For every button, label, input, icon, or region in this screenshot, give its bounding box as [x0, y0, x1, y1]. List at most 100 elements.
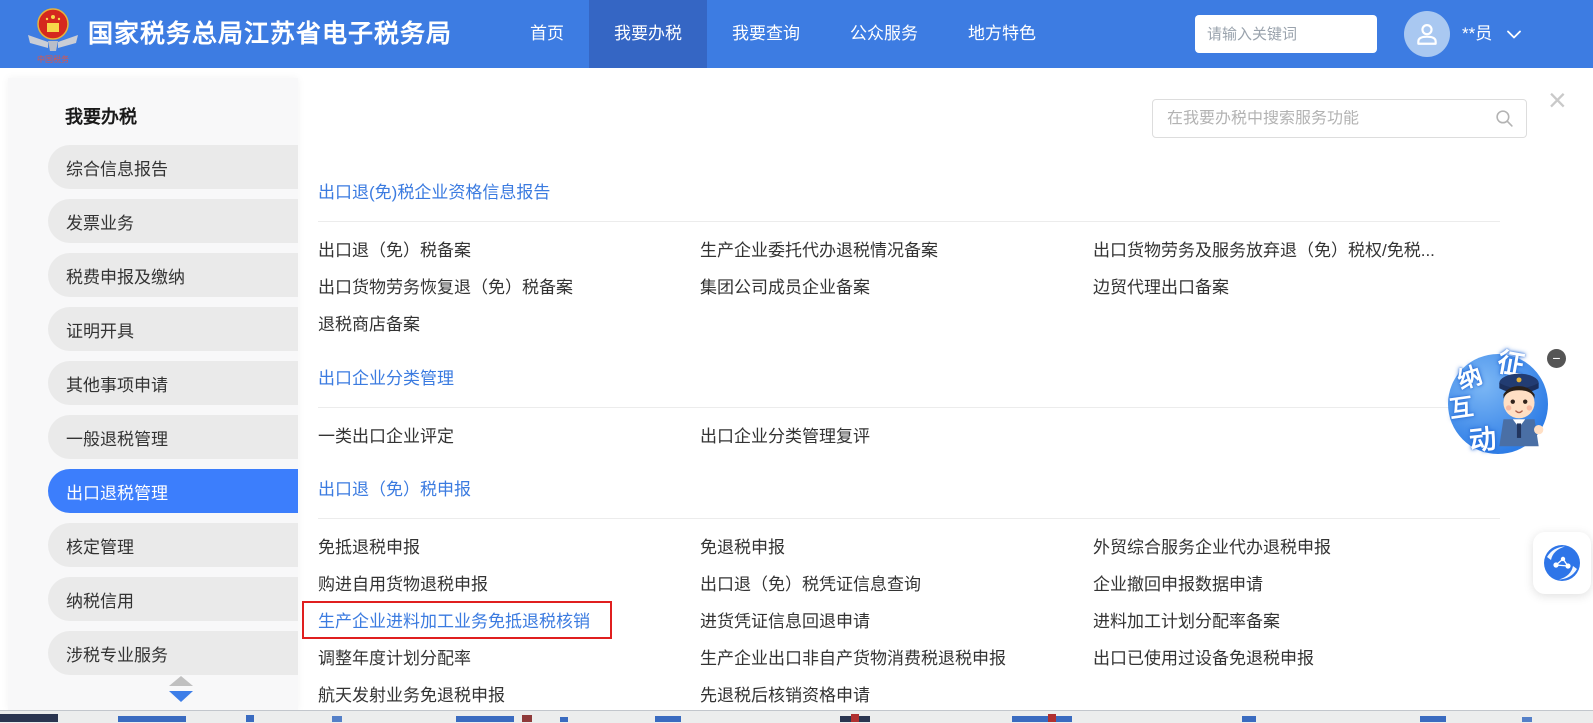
menu-item[interactable]: 生产企业出口非自产货物消费税退税申报: [700, 638, 1093, 675]
menu-item-label: 出口退（免）税凭证信息查询: [700, 570, 921, 595]
menu-item[interactable]: 进货凭证信息回退申请: [700, 601, 1093, 638]
nav-item[interactable]: 公众服务: [825, 0, 943, 68]
sidebar-item[interactable]: 涉税专业服务: [48, 631, 298, 675]
menu-item-label: 免退税申报: [700, 533, 785, 558]
menu-grid: 出口退（免）税备案 出口货物劳务恢复退（免）税备案 退税商店备案 生产企业委托代…: [318, 230, 1500, 341]
nav-item[interactable]: 首页: [505, 0, 589, 68]
menu-item[interactable]: 出口货物劳务恢复退（免）税备案: [318, 267, 700, 304]
menu-item-label: 出口货物劳务及服务放弃退（免）税权/免税...: [1093, 236, 1435, 261]
network-molecule-icon: [1543, 544, 1581, 582]
sidebar-menu: 综合信息报告 发票业务 税费申报及缴纳 证明开具 其他事项申请: [8, 145, 298, 675]
mascot-figure-icon: [1490, 366, 1548, 456]
nav-item-label: 我要办税: [614, 24, 682, 43]
menu-item[interactable]: 免退税申报: [700, 527, 1093, 564]
menu-item[interactable]: 调整年度计划分配率: [318, 638, 700, 675]
menu-item-label: 调整年度计划分配率: [318, 644, 471, 669]
menu-item[interactable]: 企业撤回申报数据申请: [1093, 564, 1500, 601]
menu-column: 一类出口企业评定: [318, 416, 700, 453]
sidebar-item[interactable]: 综合信息报告: [48, 145, 298, 189]
section-heading[interactable]: 出口退（免）税申报: [318, 477, 1500, 503]
menu-item[interactable]: 出口退（免）税备案: [318, 230, 700, 267]
top-nav: 首页 我要办税 我要查询 公众服务 地方特色: [505, 0, 1061, 68]
menu-item-label: 一类出口企业评定: [318, 422, 454, 447]
menu-column: 免抵退税申报 购进自用货物退税申报 生产企业进料加工业务免抵退税核销 调整年度计…: [318, 527, 700, 712]
section-export-qualification: 出口退(免)税企业资格信息报告 出口退（免）税备案 出口货物劳务恢复退（免）税备…: [318, 180, 1500, 341]
sidebar-item[interactable]: 出口退税管理: [48, 469, 298, 513]
close-icon[interactable]: ×: [1548, 84, 1567, 116]
content-search-input[interactable]: [1153, 110, 1495, 128]
nav-item-label: 地方特色: [968, 24, 1036, 43]
sidebar-item[interactable]: 一般退税管理: [48, 415, 298, 459]
section-export-tax-declaration: 出口退（免）税申报 免抵退税申报 购进自用货物退税申报 生产企业进料加工业务免抵…: [318, 477, 1500, 712]
tax-interaction-mascot-widget[interactable]: 征 纳 互 动: [1443, 342, 1555, 462]
menu-item-label: 进货凭证信息回退申请: [700, 607, 870, 632]
nav-item-label: 首页: [530, 24, 564, 43]
nav-item[interactable]: 我要查询: [707, 0, 825, 68]
menu-item[interactable]: 购进自用货物退税申报: [318, 564, 700, 601]
menu-item-label: 生产企业委托代办退税情况备案: [700, 236, 938, 261]
menu-item-label: 集团公司成员企业备案: [700, 273, 870, 298]
sidebar-item[interactable]: 发票业务: [48, 199, 298, 243]
menu-item[interactable]: 进料加工计划分配率备案: [1093, 601, 1500, 638]
sidebar-item-label: 纳税信用: [66, 587, 134, 612]
divider: [318, 518, 1500, 519]
site-title: 国家税务总局江苏省电子税务局: [88, 0, 452, 68]
menu-item-label: 外贸综合服务企业代办退税申报: [1093, 533, 1331, 558]
svg-text:中国税务: 中国税务: [37, 54, 69, 64]
menu-item[interactable]: 生产企业委托代办退税情况备案: [700, 230, 1093, 267]
section-heading[interactable]: 出口退(免)税企业资格信息报告: [318, 180, 1500, 206]
menu-grid: 一类出口企业评定 出口企业分类管理复评: [318, 416, 1500, 453]
menu-item[interactable]: 集团公司成员企业备案: [700, 267, 1093, 304]
tax-bureau-logo-icon: 中国税务: [25, 5, 81, 65]
menu-item[interactable]: 航天发射业务免退税申报: [318, 675, 700, 712]
username-label[interactable]: **员: [1462, 0, 1492, 68]
menu-item-label: 进料加工计划分配率备案: [1093, 607, 1280, 632]
sidebar-item-label: 发票业务: [66, 209, 134, 234]
menu-item[interactable]: 退税商店备案: [318, 304, 700, 341]
sidebar-item-label: 一般退税管理: [66, 425, 168, 450]
menu-item-label: 先退税后核销资格申请: [700, 681, 870, 706]
sidebar-item-label: 其他事项申请: [66, 371, 168, 396]
menu-item-label: 购进自用货物退税申报: [318, 570, 488, 595]
menu-item[interactable]: 出口已使用过设备免退税申报: [1093, 638, 1500, 675]
menu-item-label: 航天发射业务免退税申报: [318, 681, 505, 706]
search-icon[interactable]: [1495, 109, 1514, 128]
nav-item[interactable]: 地方特色: [943, 0, 1061, 68]
menu-item-label: 生产企业出口非自产货物消费税退税申报: [700, 644, 1006, 669]
minimize-icon[interactable]: −: [1547, 349, 1566, 368]
menu-column: 出口退（免）税备案 出口货物劳务恢复退（免）税备案 退税商店备案: [318, 230, 700, 341]
menu-item[interactable]: 一类出口企业评定: [318, 416, 700, 453]
menu-item[interactable]: 先退税后核销资格申请: [700, 675, 1093, 712]
divider: [318, 407, 1500, 408]
header-search-input[interactable]: [1195, 26, 1410, 43]
scroll-up-icon[interactable]: [169, 676, 193, 686]
menu-item[interactable]: 外贸综合服务企业代办退税申报: [1093, 527, 1500, 564]
assistant-float-button[interactable]: [1533, 532, 1591, 594]
nav-item[interactable]: 我要办税: [589, 0, 707, 68]
chevron-down-icon[interactable]: [1507, 30, 1521, 39]
sidebar-item[interactable]: 其他事项申请: [48, 361, 298, 405]
menu-item[interactable]: 免抵退税申报: [318, 527, 700, 564]
sidebar: 我要办税 综合信息报告 发票业务 税费申报及缴纳 证明开具: [8, 78, 298, 710]
sidebar-item[interactable]: 税费申报及缴纳: [48, 253, 298, 297]
sidebar-item-label: 涉税专业服务: [66, 641, 168, 666]
menu-item[interactable]: 出口退（免）税凭证信息查询: [700, 564, 1093, 601]
scroll-down-icon[interactable]: [169, 691, 193, 702]
menu-item[interactable]: 出口企业分类管理复评: [700, 416, 1093, 453]
menu-item-label: 出口货物劳务恢复退（免）税备案: [318, 273, 573, 298]
sidebar-item-label: 税费申报及缴纳: [66, 263, 185, 288]
menu-item[interactable]: 边贸代理出口备案: [1093, 267, 1500, 304]
menu-item[interactable]: 出口货物劳务及服务放弃退（免）税权/免税...: [1093, 230, 1500, 267]
sidebar-item[interactable]: 证明开具: [48, 307, 298, 351]
menu-grid: 免抵退税申报 购进自用货物退税申报 生产企业进料加工业务免抵退税核销 调整年度计…: [318, 527, 1500, 712]
top-header: 中国税务 国家税务总局江苏省电子税务局 首页 我要办税 我要查询 公众服务: [0, 0, 1593, 68]
sidebar-item[interactable]: 纳税信用: [48, 577, 298, 621]
menu-item-label: 企业撤回申报数据申请: [1093, 570, 1263, 595]
menu-item-label: 边贸代理出口备案: [1093, 273, 1229, 298]
menu-item[interactable]: 生产企业进料加工业务免抵退税核销: [318, 601, 700, 638]
person-icon: [1414, 21, 1440, 47]
section-heading[interactable]: 出口企业分类管理: [318, 366, 1500, 392]
user-avatar[interactable]: [1404, 11, 1450, 57]
sidebar-item[interactable]: 核定管理: [48, 523, 298, 567]
header-search-box: [1195, 15, 1377, 53]
